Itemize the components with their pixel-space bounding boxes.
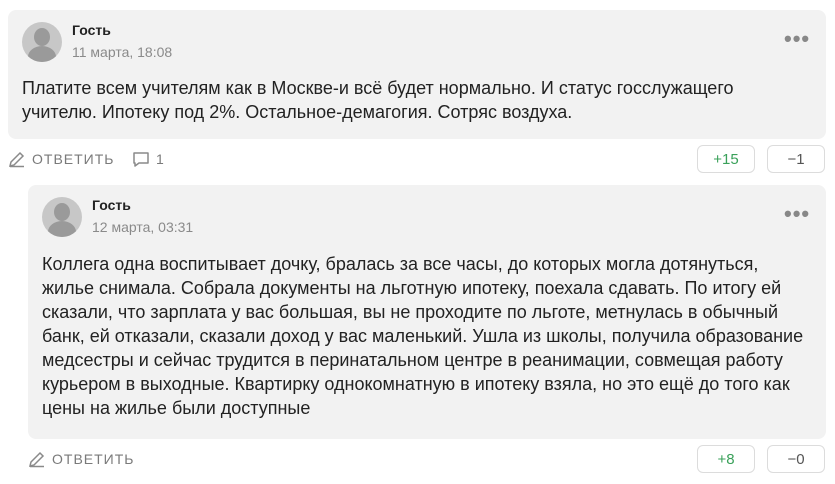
comment-text: Платите всем учителям как в Москве-и всё…: [22, 78, 734, 122]
upvote-button[interactable]: +15: [697, 145, 755, 173]
comment-bubble-icon: [133, 152, 149, 167]
upvote-button[interactable]: +8: [697, 445, 755, 473]
avatar[interactable]: [22, 22, 62, 62]
comment-text: Коллега одна воспитывает дочку, бралась …: [42, 254, 804, 418]
reply-card: Гость 12 марта, 03:31 ••• Коллега одна в…: [28, 185, 826, 439]
downvote-button[interactable]: −0: [767, 445, 825, 473]
pencil-icon: [8, 151, 25, 168]
reply-label: ОТВЕТИТЬ: [52, 451, 135, 467]
pencil-icon: [28, 451, 45, 468]
comment-card: Гость 11 марта, 18:08 ••• Платите всем у…: [8, 10, 826, 139]
comment-author[interactable]: Гость: [92, 197, 131, 213]
reply-button[interactable]: ОТВЕТИТЬ: [8, 150, 114, 168]
comment-author[interactable]: Гость: [72, 22, 111, 38]
downvote-button[interactable]: −1: [767, 145, 825, 173]
avatar[interactable]: [42, 197, 82, 237]
reply-label: ОТВЕТИТЬ: [32, 151, 115, 167]
comment-date: 12 марта, 03:31: [92, 219, 194, 235]
comment-date: 11 марта, 18:08: [72, 44, 173, 60]
replies-count: 1: [156, 151, 165, 167]
more-dots-icon[interactable]: •••: [784, 203, 810, 225]
replies-count-button[interactable]: 1: [132, 150, 165, 168]
more-dots-icon[interactable]: •••: [784, 28, 810, 50]
reply-button[interactable]: ОТВЕТИТЬ: [28, 450, 134, 468]
